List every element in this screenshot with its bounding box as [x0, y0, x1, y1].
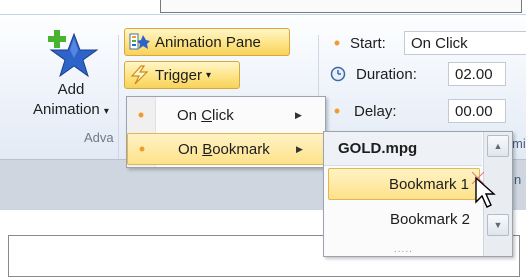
star-plus-icon — [48, 30, 98, 78]
bullet-icon: • — [333, 32, 341, 53]
add-animation-label-1: Add — [57, 81, 85, 98]
delay-label: Delay: — [354, 102, 397, 120]
mouse-cursor-icon — [471, 171, 496, 208]
scroll-up-icon[interactable]: ▲ — [487, 135, 509, 157]
chevron-down-icon: ▾ — [205, 69, 211, 81]
trigger-menu: • On Click ▶ • On Bookmark ▶ — [126, 96, 326, 168]
bullet-icon: • — [333, 100, 341, 121]
resize-grip[interactable]: ..... — [394, 244, 413, 255]
partial-text: n — [514, 172, 522, 187]
trigger-label: Trigger — [155, 66, 202, 84]
chevron-down-icon: ▾ — [103, 106, 109, 117]
scroll-down-icon[interactable]: ▼ — [487, 214, 509, 236]
delay-input[interactable]: 00.00 — [448, 99, 506, 123]
start-label: Start: — [350, 34, 386, 52]
start-select[interactable]: On Click — [404, 31, 526, 55]
bookmark-item[interactable]: Bookmark 1 — [328, 168, 480, 200]
lightning-icon — [130, 65, 149, 85]
animation-pane-icon — [129, 33, 150, 50]
partial-text: mi — [512, 136, 526, 151]
duration-label: Duration: — [356, 65, 417, 83]
bookmark-item[interactable]: Bookmark 2 — [328, 204, 480, 236]
bullet-icon: • — [137, 104, 145, 125]
menu-item-label: On Bookmark — [178, 140, 270, 158]
clock-icon — [330, 66, 346, 82]
menu-item-label: On Click — [177, 106, 234, 124]
top-bar — [160, 0, 522, 13]
menu-item-on-bookmark[interactable]: • On Bookmark ▶ — [127, 133, 325, 165]
animation-pane-label: Animation Pane — [155, 33, 261, 51]
bullet-icon: • — [138, 138, 146, 159]
add-animation-label-2: Animation ▾ — [33, 101, 109, 118]
delay-row: • Delay: — [330, 98, 428, 124]
chevron-right-icon: ▶ — [295, 109, 302, 120]
chevron-right-icon: ▶ — [296, 143, 303, 154]
duration-input[interactable]: 02.00 — [448, 62, 506, 86]
duration-row: Duration: — [330, 61, 430, 87]
start-row: • Start: — [330, 30, 410, 56]
media-file-header: GOLD.mpg — [324, 132, 482, 166]
advanced-group-label: Adva — [84, 130, 114, 145]
add-animation-button[interactable]: Add Animation ▾ — [22, 28, 120, 128]
animation-pane-button[interactable]: Animation Pane — [124, 28, 290, 56]
trigger-button[interactable]: Trigger ▾ — [124, 61, 240, 89]
menu-item-on-click[interactable]: • On Click ▶ — [127, 99, 325, 131]
